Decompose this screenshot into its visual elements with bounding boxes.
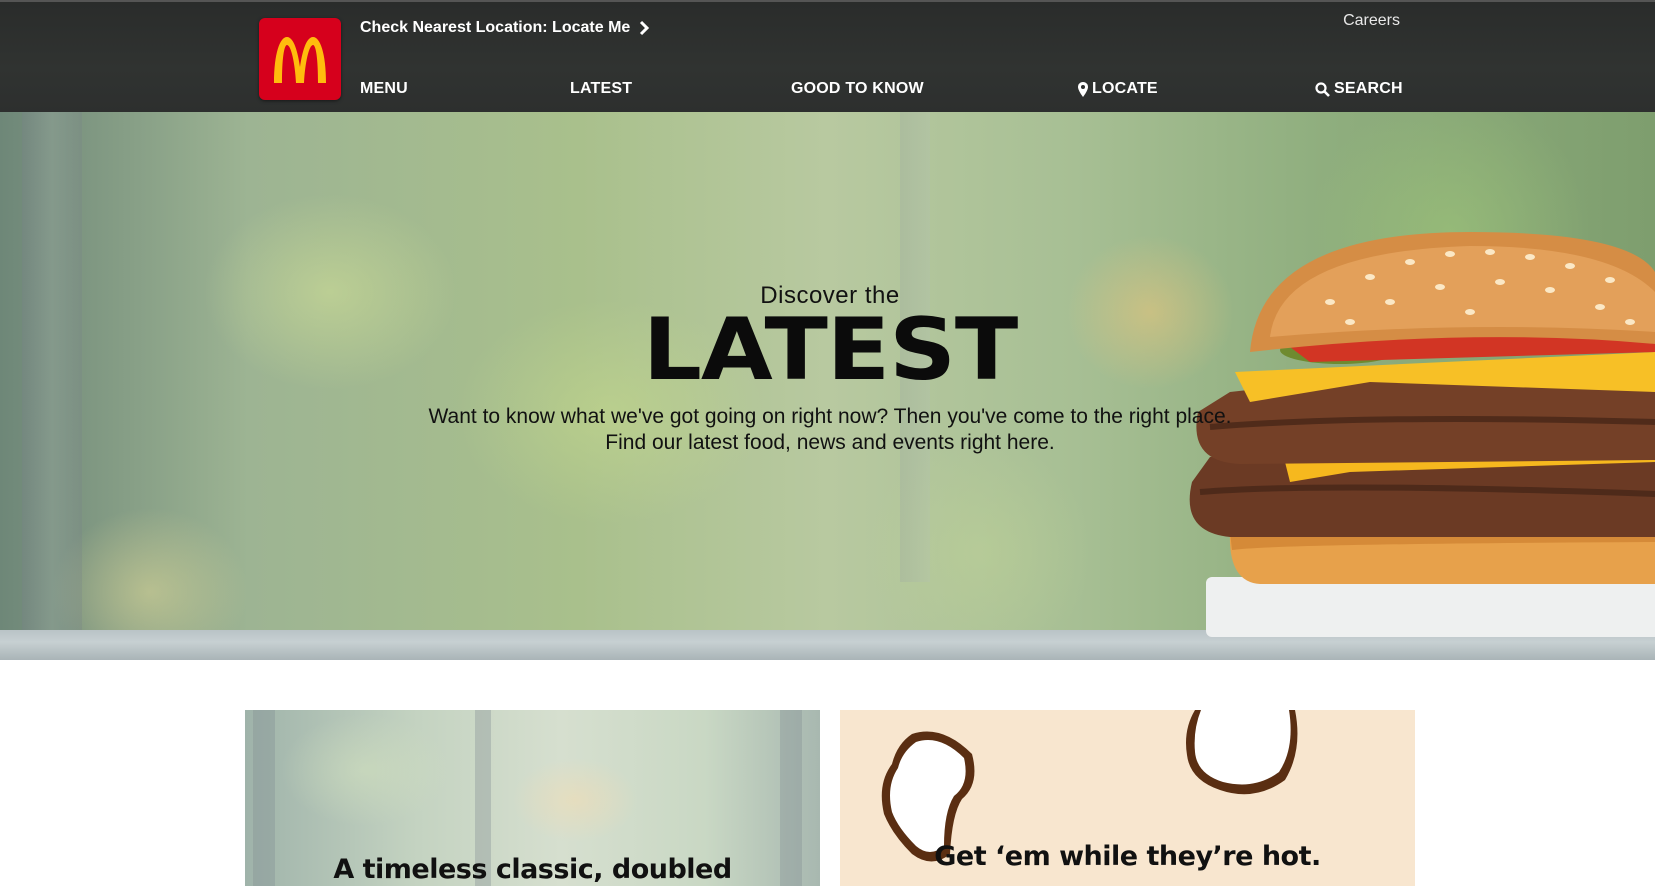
- burnt-hole-graphic: [1186, 710, 1298, 795]
- search-icon: [1315, 81, 1330, 97]
- nav-menu[interactable]: MENU: [360, 80, 408, 98]
- nav-search[interactable]: SEARCH: [1315, 80, 1403, 98]
- golden-arches-icon: [274, 37, 326, 83]
- nav-search-label: SEARCH: [1334, 80, 1403, 97]
- nav-locate-label: LOCATE: [1092, 80, 1158, 97]
- careers-link[interactable]: Careers: [1300, 12, 1400, 30]
- chevron-right-icon: [640, 20, 650, 36]
- hero-description: Want to know what we've got going on rig…: [428, 405, 1232, 454]
- hero-banner: Discover the LATEST Want to know what we…: [0, 112, 1655, 660]
- mcdonalds-logo[interactable]: [259, 18, 341, 100]
- nav-latest[interactable]: LATEST: [570, 80, 632, 98]
- nav-good-to-know[interactable]: GOOD TO KNOW: [791, 80, 924, 98]
- site-header: Check Nearest Location: Locate Me Career…: [0, 0, 1655, 112]
- map-pin-icon: [1078, 81, 1088, 97]
- promo-card-classic-doubled[interactable]: A timeless classic, doubled: [245, 710, 820, 886]
- locate-prompt-text: Check Nearest Location: Locate Me: [360, 19, 631, 36]
- hero-title: LATEST: [642, 300, 1019, 400]
- promo-card-get-em-hot[interactable]: Get ‘em while they’re hot.: [840, 710, 1415, 886]
- card-heading: A timeless classic, doubled: [333, 854, 732, 885]
- locate-me-link[interactable]: Check Nearest Location: Locate Me: [360, 16, 650, 40]
- nav-locate[interactable]: LOCATE: [1078, 80, 1158, 98]
- card-heading: Get ‘em while they’re hot.: [934, 841, 1321, 872]
